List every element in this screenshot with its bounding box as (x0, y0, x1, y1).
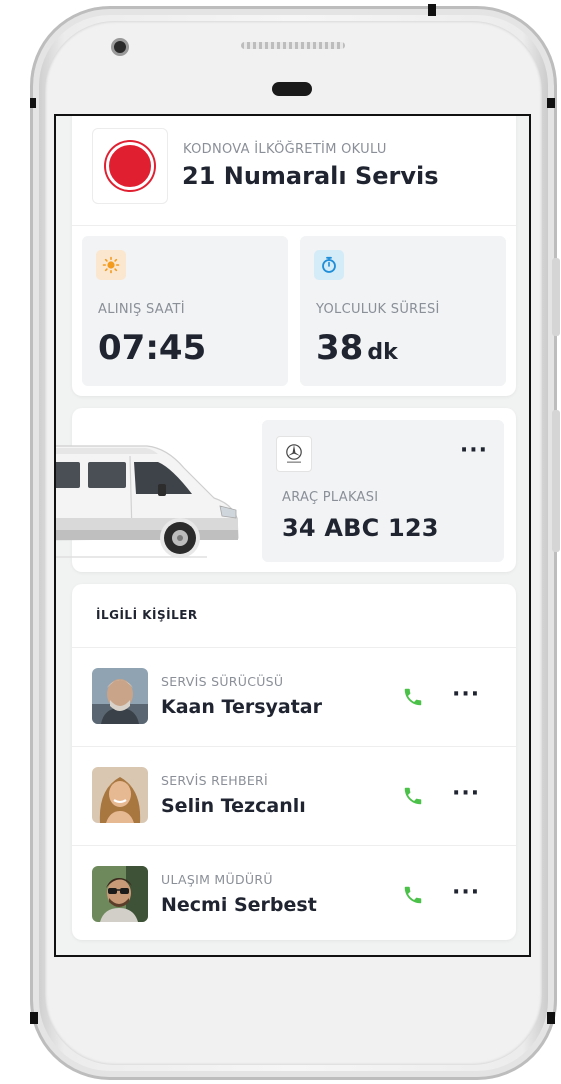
phone-mark (30, 1012, 38, 1024)
timer-icon (314, 250, 344, 280)
plate-label: ARAÇ PLAKASI (282, 490, 379, 505)
person-name: Necmi Serbest (161, 894, 317, 916)
pickup-time-tile: ALINIŞ SAATİ 07:45 (82, 236, 288, 386)
vehicle-card: ··· ARAÇ PLAKASI 34 ABC 123 (56, 408, 516, 572)
trip-duration-value: 38 dk (316, 328, 398, 368)
phone-mark (547, 1012, 555, 1024)
list-item-manager[interactable]: ULAŞIM MÜDÜRÜ Necmi Serbest ··· (72, 846, 516, 944)
person-role: ULAŞIM MÜDÜRÜ (161, 872, 273, 887)
person-role: SERVİS SÜRÜCÜSÜ (161, 674, 284, 689)
front-camera (111, 38, 129, 56)
school-name: KODNOVA İLKÖĞRETİM OKULU (183, 142, 387, 157)
phone-mark (428, 4, 436, 16)
related-people-card: İLGİLİ KİŞİLER SERVİS SÜRÜCÜSÜ Kaan Ters… (72, 584, 516, 940)
phone-mark (547, 98, 555, 108)
list-item-driver[interactable]: SERVİS SÜRÜCÜSÜ Kaan Tersyatar ··· (72, 648, 516, 746)
earpiece-speaker (272, 82, 312, 96)
bus-info-card[interactable]: KODNOVA İLKÖĞRETİM OKULU 21 Numaralı Ser… (72, 116, 516, 396)
avatar-driver (92, 668, 148, 724)
trip-duration-unit: dk (367, 340, 398, 365)
bus-title: 21 Numaralı Servis (182, 162, 439, 190)
trip-duration-tile: YOLCULUK SÜRESİ 38 dk (300, 236, 506, 386)
mercedes-benz-logo (276, 436, 312, 472)
phone-volume-button (552, 258, 560, 336)
school-logo (92, 128, 168, 204)
person-name: Kaan Tersyatar (161, 696, 322, 718)
app-screen: KODNOVA İLKÖĞRETİM OKULU 21 Numaralı Ser… (54, 114, 531, 957)
proximity-sensor (241, 42, 345, 49)
person-more-button[interactable]: ··· (452, 684, 480, 706)
vehicle-more-button[interactable]: ··· (460, 440, 488, 462)
call-icon[interactable] (400, 783, 426, 809)
person-name: Selin Tezcanlı (161, 795, 306, 817)
trip-duration-number: 38 (316, 328, 364, 368)
avatar-guide (92, 767, 148, 823)
school-logo-circle (106, 142, 154, 190)
pickup-time-label: ALINIŞ SAATİ (98, 302, 185, 317)
plate-panel: ··· ARAÇ PLAKASI 34 ABC 123 (262, 420, 504, 562)
pickup-time-value: 07:45 (98, 328, 207, 368)
list-item-guide[interactable]: SERVİS REHBERİ Selin Tezcanlı ··· (72, 747, 516, 845)
person-more-button[interactable]: ··· (452, 882, 480, 904)
divider (72, 225, 516, 226)
trip-duration-label: YOLCULUK SÜRESİ (316, 302, 440, 317)
avatar-manager (92, 866, 148, 922)
phone-power-button (552, 410, 560, 552)
plate-value: 34 ABC 123 (282, 514, 439, 542)
call-icon[interactable] (400, 882, 426, 908)
person-role: SERVİS REHBERİ (161, 773, 269, 788)
sun-icon (96, 250, 126, 280)
call-icon[interactable] (400, 684, 426, 710)
person-more-button[interactable]: ··· (452, 783, 480, 805)
section-title: İLGİLİ KİŞİLER (96, 608, 198, 622)
phone-mark (30, 98, 36, 108)
van-image (56, 445, 239, 558)
